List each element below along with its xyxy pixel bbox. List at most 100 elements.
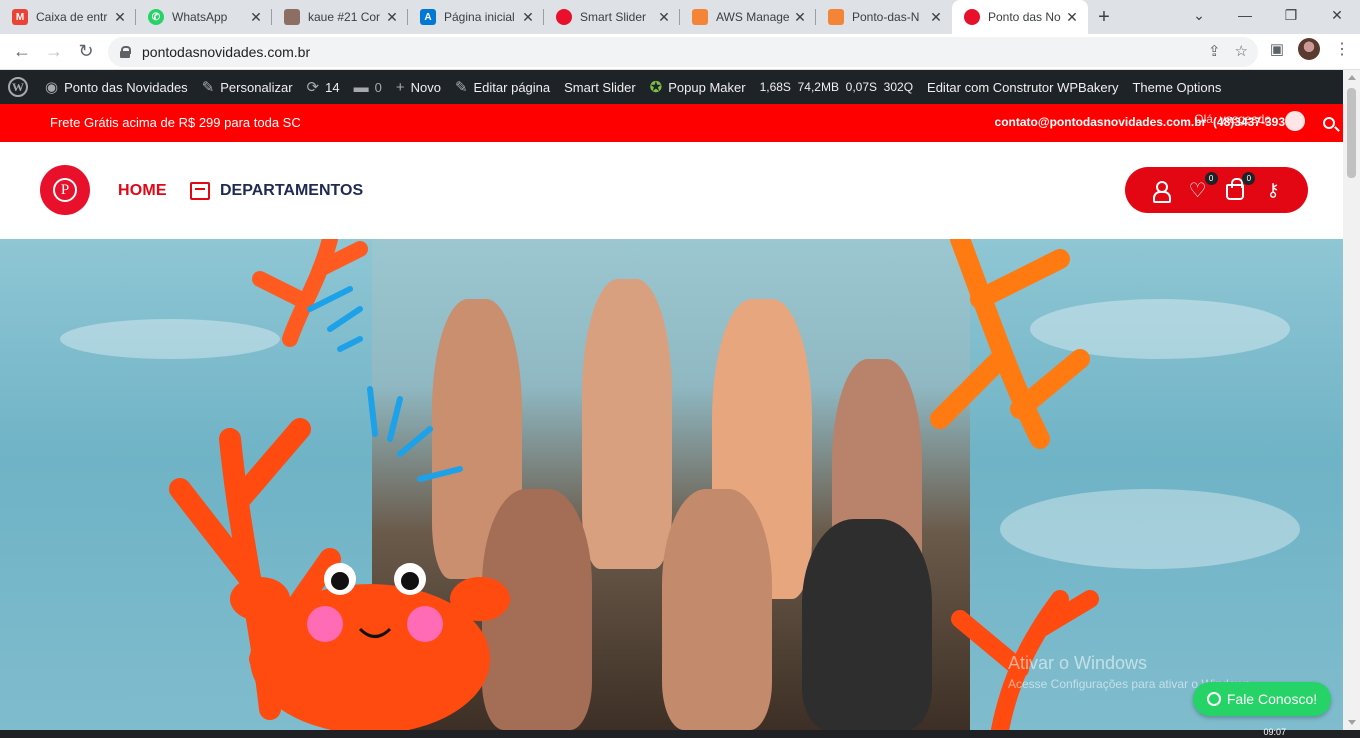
- pencil-icon: ✎: [454, 79, 468, 96]
- close-icon[interactable]: ✕: [520, 9, 536, 26]
- minimize-button[interactable]: —: [1222, 0, 1268, 30]
- close-icon[interactable]: ✕: [928, 9, 944, 26]
- wp-wpbakery[interactable]: Editar com Construtor WPBakery: [920, 80, 1125, 95]
- address-bar[interactable]: pontodasnovidades.com.br ⇪ ☆: [108, 37, 1258, 67]
- updates-icon: ⟳: [306, 79, 320, 96]
- menu-home[interactable]: HOME: [118, 182, 167, 200]
- tab-whatsapp[interactable]: ✆ WhatsApp ✕: [136, 0, 272, 34]
- whatsapp-contact-button[interactable]: Fale Conosco!: [1193, 682, 1331, 716]
- wordpress-logo-icon[interactable]: W: [8, 77, 28, 97]
- menu-departments[interactable]: DEPARTAMENTOS: [190, 182, 363, 200]
- menu-dots-icon[interactable]: ⋮: [1334, 39, 1350, 59]
- wp-comments[interactable]: ▬ 0: [347, 79, 389, 96]
- wp-updates[interactable]: ⟳ 14: [300, 78, 347, 96]
- restore-button[interactable]: ❐: [1268, 0, 1314, 30]
- wp-admin-bar: W ◉ Ponto das Novidades ✎ Personalizar ⟳ 14…: [0, 70, 1360, 104]
- login-button[interactable]: ⚷: [1261, 178, 1285, 202]
- windows-activation-title: Ativar o Windows: [1008, 653, 1148, 673]
- smartslider-icon: [556, 9, 572, 25]
- logo-mark: P: [53, 178, 77, 202]
- back-button[interactable]: ←: [6, 36, 38, 68]
- brush-icon: ✎: [201, 79, 215, 96]
- free-shipping-text: Frete Grátis acima de R$ 299 para toda S…: [50, 115, 301, 130]
- close-window-button[interactable]: ✕: [1314, 0, 1360, 30]
- new-tab-button[interactable]: +: [1088, 0, 1120, 34]
- wp-theme-options[interactable]: Theme Options: [1125, 80, 1228, 95]
- heart-icon: ♡: [1188, 179, 1207, 202]
- wp-site-name[interactable]: ◉ Ponto das Novidades: [38, 78, 195, 96]
- wishlist-button[interactable]: ♡ 0: [1186, 172, 1218, 202]
- wp-smart-slider-label: Smart Slider: [564, 79, 636, 95]
- header-actions: ♡ 0 0 ⚷: [1125, 167, 1308, 213]
- wp-edit-page-label: Editar página: [473, 79, 551, 95]
- hero-slider[interactable]: Ativar o Windows Acesse Configurações pa…: [0, 239, 1343, 730]
- gmail-icon: M: [12, 9, 28, 25]
- cart-button[interactable]: 0: [1223, 172, 1256, 202]
- scroll-up-arrow-icon[interactable]: [1348, 75, 1356, 80]
- wp-comments-count: 0: [374, 79, 382, 95]
- bag-icon: [1226, 178, 1245, 200]
- close-icon[interactable]: ✕: [384, 9, 400, 26]
- os-taskbar: 09:07: [0, 727, 1360, 738]
- user-icon: [1152, 181, 1171, 203]
- wp-query-monitor[interactable]: 1,68S 74,2MB 0,07S 302Q: [753, 80, 920, 94]
- wp-new[interactable]: + Novo: [389, 79, 448, 96]
- lock-icon: [120, 46, 131, 58]
- tab-aws-ponto[interactable]: Ponto-das-N ✕: [816, 0, 952, 34]
- close-icon[interactable]: ✕: [1064, 9, 1080, 26]
- user-greeting[interactable]: Olá, yasgesdo: [1194, 112, 1271, 126]
- scroll-down-arrow-icon[interactable]: [1348, 720, 1356, 725]
- tab-title: Ponto-das-N: [852, 10, 920, 24]
- wp-popup-maker[interactable]: ✪ Popup Maker: [643, 78, 753, 96]
- scroll-thumb[interactable]: [1347, 88, 1356, 178]
- tab-aws[interactable]: AWS Manage ✕: [680, 0, 816, 34]
- wp-edit-page[interactable]: ✎ Editar página: [448, 78, 557, 96]
- browser-toolbar: ← → ↻ pontodasnovidades.com.br ⇪ ☆ ▣ ⋮: [0, 34, 1360, 70]
- url-text: pontodasnovidades.com.br: [142, 44, 311, 60]
- key-icon: ⚷: [1266, 179, 1280, 200]
- close-icon[interactable]: ✕: [112, 9, 128, 26]
- profile-avatar[interactable]: [1298, 38, 1320, 60]
- aws-icon: [828, 9, 844, 25]
- user-avatar-icon[interactable]: [1285, 111, 1305, 131]
- perf-time: 1,68S: [759, 80, 791, 94]
- tab-title: Smart Slider: [580, 10, 647, 24]
- search-icon[interactable]: [1323, 117, 1335, 129]
- tab-ponto-active[interactable]: Ponto das No ✕: [952, 0, 1088, 34]
- forward-button[interactable]: →: [38, 36, 70, 68]
- wp-site-name-label: Ponto das Novidades: [64, 79, 188, 95]
- account-button[interactable]: [1148, 178, 1172, 203]
- wp-smart-slider[interactable]: Smart Slider: [557, 80, 643, 95]
- coral-decoration: [930, 239, 1090, 449]
- site-logo[interactable]: P: [40, 165, 90, 215]
- tab-smart-slider[interactable]: Smart Slider ✕: [544, 0, 680, 34]
- wp-customize-label: Personalizar: [220, 79, 293, 95]
- browser-tab-strip: M Caixa de entr ✕ ✆ WhatsApp ✕ kaue #21 …: [0, 0, 1360, 34]
- share-icon[interactable]: ⇪: [1208, 42, 1221, 60]
- aws-icon: [692, 9, 708, 25]
- tab-azure[interactable]: A Página inicial ✕: [408, 0, 544, 34]
- tab-gmail[interactable]: M Caixa de entr ✕: [0, 0, 136, 34]
- plus-icon: +: [395, 78, 405, 96]
- taskbar-clock: 09:07: [1263, 727, 1286, 737]
- wp-popup-maker-label: Popup Maker: [668, 79, 746, 95]
- close-icon[interactable]: ✕: [248, 9, 264, 26]
- whatsapp-icon: [1206, 692, 1221, 706]
- close-icon[interactable]: ✕: [792, 9, 808, 26]
- wp-customize[interactable]: ✎ Personalizar: [195, 78, 300, 96]
- tab-kaue[interactable]: kaue #21 Cor ✕: [272, 0, 408, 34]
- menu-departments-label: DEPARTAMENTOS: [220, 182, 364, 199]
- close-icon[interactable]: ✕: [656, 9, 672, 26]
- tab-search-icon[interactable]: ⌄: [1176, 0, 1222, 30]
- popup-maker-icon: ✪: [649, 79, 663, 96]
- reload-button[interactable]: ↻: [70, 36, 102, 68]
- bookmark-star-icon[interactable]: ☆: [1235, 42, 1248, 60]
- tab-title: Caixa de entr: [36, 10, 108, 24]
- page-scrollbar[interactable]: [1343, 70, 1360, 730]
- azure-icon: A: [420, 9, 436, 25]
- comment-icon: ▬: [353, 78, 369, 96]
- side-panel-icon[interactable]: ▣: [1270, 40, 1284, 58]
- perf-memory: 74,2MB: [797, 80, 839, 94]
- contact-email[interactable]: contato@pontodasnovidades.com.br: [995, 115, 1207, 129]
- sun-rays-decoration: [307, 286, 463, 482]
